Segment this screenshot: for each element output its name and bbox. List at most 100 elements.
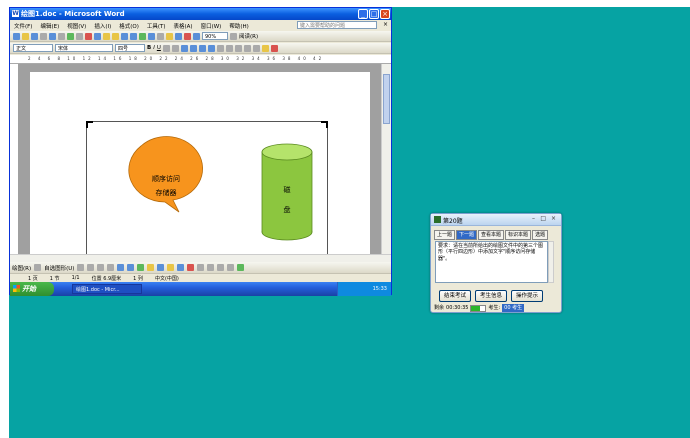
redo-icon[interactable] <box>130 32 137 40</box>
format-painter-icon[interactable] <box>112 32 119 40</box>
save-icon[interactable] <box>31 32 38 40</box>
menu-table[interactable]: 表格(A) <box>170 22 197 30</box>
menu-edit[interactable]: 编辑(E) <box>36 22 63 30</box>
exam-close-icon[interactable]: × <box>551 215 556 222</box>
spelling-icon[interactable] <box>67 32 74 40</box>
end-exam-button[interactable]: 结束考试 <box>439 290 472 302</box>
bold-button[interactable]: B <box>147 45 151 51</box>
wordart-icon[interactable] <box>127 264 135 271</box>
word-titlebar[interactable]: W 绘图1.doc - Microsoft Word _ □ × <box>10 8 391 20</box>
font-size-select[interactable]: 四号 <box>115 44 145 52</box>
question-scrollbar[interactable] <box>548 241 554 283</box>
line-color-icon[interactable] <box>177 264 185 271</box>
taskbar-item-word[interactable]: 绘图1.doc - Micr... <box>72 284 142 294</box>
diagram-icon[interactable] <box>137 264 145 271</box>
scroll-thumb[interactable] <box>383 74 390 124</box>
callout-text-line1[interactable]: 顺序访问 <box>131 172 201 186</box>
choose-question-button[interactable]: 选题 <box>532 230 549 240</box>
doc-map-icon[interactable] <box>193 32 200 40</box>
help-search-input[interactable]: 键入需要帮助的问题 <box>297 21 377 29</box>
zoom-select[interactable]: 90% <box>202 32 228 40</box>
font-color-draw-icon[interactable] <box>187 264 195 271</box>
char-shading-icon[interactable] <box>171 44 179 52</box>
close-button[interactable]: × <box>380 9 390 19</box>
underline-button[interactable]: U <box>157 45 161 51</box>
arrow-icon[interactable] <box>87 264 95 271</box>
document-area[interactable]: 顺序访问 存储器 磁 盘 <box>18 64 382 254</box>
view-question-button[interactable]: 查看本题 <box>478 230 505 240</box>
line-style-icon[interactable] <box>197 264 205 271</box>
document-page[interactable]: 顺序访问 存储器 磁 盘 <box>30 72 370 254</box>
cylinder-text-line2[interactable]: 盘 <box>262 200 312 220</box>
read-button[interactable]: 阅读(R) <box>239 32 258 40</box>
bullets-icon[interactable] <box>234 44 242 52</box>
drawing-icon[interactable] <box>184 32 191 40</box>
font-select[interactable]: 宋体 <box>55 44 113 52</box>
paste-icon[interactable] <box>103 32 110 40</box>
char-border-icon[interactable] <box>162 44 170 52</box>
3d-icon[interactable] <box>237 264 245 271</box>
menu-view[interactable]: 视图(V) <box>63 22 90 30</box>
clipart-icon[interactable] <box>147 264 155 271</box>
style-select[interactable]: 正文 <box>13 44 53 52</box>
highlight-icon[interactable] <box>261 44 269 52</box>
open-icon[interactable] <box>22 32 29 40</box>
menu-help[interactable]: 帮助(H) <box>225 22 252 30</box>
dash-style-icon[interactable] <box>207 264 215 271</box>
start-button[interactable]: 开始 <box>10 282 54 296</box>
candidate-info-button[interactable]: 考生信息 <box>475 290 508 302</box>
align-center-icon[interactable] <box>189 44 197 52</box>
cut-icon[interactable] <box>85 32 92 40</box>
menu-window[interactable]: 窗口(W) <box>197 22 226 30</box>
picture-icon[interactable] <box>157 264 165 271</box>
justify-icon[interactable] <box>207 44 215 52</box>
textbox-icon[interactable] <box>117 264 125 271</box>
select-objects-icon[interactable] <box>34 264 42 271</box>
increase-indent-icon[interactable] <box>252 44 260 52</box>
autoshapes-menu-button[interactable]: 自选图形(U) <box>44 264 74 272</box>
callout-text-line2[interactable]: 存储器 <box>131 186 201 200</box>
arrow-style-icon[interactable] <box>217 264 225 271</box>
hyperlink-icon[interactable] <box>139 32 146 40</box>
next-question-button[interactable]: 下一题 <box>456 230 478 240</box>
exam-minimize-icon[interactable]: – <box>532 215 535 222</box>
columns-icon[interactable] <box>175 32 182 40</box>
line-spacing-icon[interactable] <box>216 44 224 52</box>
rectangle-icon[interactable] <box>97 264 105 271</box>
fill-color-icon[interactable] <box>167 264 175 271</box>
numbering-icon[interactable] <box>225 44 233 52</box>
menu-format[interactable]: 格式(O) <box>115 22 143 30</box>
help-icon[interactable] <box>230 32 237 40</box>
print-preview-icon[interactable] <box>58 32 65 40</box>
vertical-scrollbar[interactable] <box>381 64 391 254</box>
shadow-icon[interactable] <box>227 264 235 271</box>
copy-icon[interactable] <box>94 32 101 40</box>
align-right-icon[interactable] <box>198 44 206 52</box>
new-icon[interactable] <box>13 32 20 40</box>
line-icon[interactable] <box>77 264 85 271</box>
menu-insert[interactable]: 插入(I) <box>90 22 115 30</box>
doc-close-icon[interactable]: × <box>383 21 388 28</box>
draw-menu-button[interactable]: 绘图(R) <box>12 264 31 272</box>
permission-icon[interactable] <box>40 32 47 40</box>
maximize-button[interactable]: □ <box>369 9 379 19</box>
undo-icon[interactable] <box>121 32 128 40</box>
prev-question-button[interactable]: 上一题 <box>434 230 456 240</box>
print-icon[interactable] <box>49 32 56 40</box>
horizontal-ruler[interactable]: 2 4 6 8 10 12 14 16 18 20 22 24 26 28 30… <box>10 55 391 64</box>
mark-question-button[interactable]: 标识本题 <box>505 230 532 240</box>
italic-button[interactable]: I <box>153 45 155 51</box>
excel-icon[interactable] <box>166 32 173 40</box>
menu-tools[interactable]: 工具(T) <box>143 22 170 30</box>
research-icon[interactable] <box>76 32 83 40</box>
align-left-icon[interactable] <box>180 44 188 52</box>
cylinder-text-line1[interactable]: 磁 <box>262 180 312 200</box>
exam-restore-icon[interactable]: □ <box>540 215 546 222</box>
oval-icon[interactable] <box>107 264 115 271</box>
drawing-canvas[interactable]: 顺序访问 存储器 磁 盘 <box>86 121 328 254</box>
menu-file[interactable]: 文件(F) <box>10 22 36 30</box>
exam-titlebar[interactable]: 第20题 – □ × <box>431 214 561 226</box>
operation-tips-button[interactable]: 操作提示 <box>511 290 544 302</box>
insert-table-icon[interactable] <box>157 32 164 40</box>
horizontal-scrollbar[interactable] <box>10 254 391 262</box>
